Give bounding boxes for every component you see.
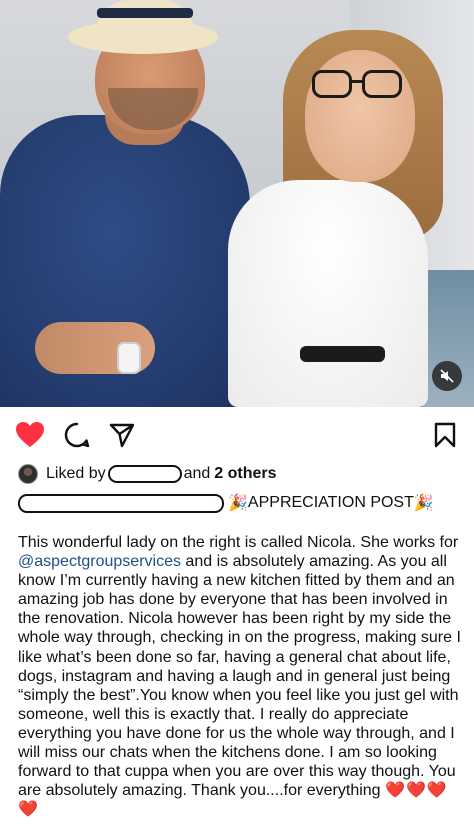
mention-link[interactable]: @aspectgroupservices <box>18 553 181 570</box>
smartwatch <box>117 342 141 374</box>
liked-by-others-link[interactable]: 2 others <box>214 465 276 483</box>
party-popper-icon-right: 🎉 <box>413 495 434 512</box>
liker-avatar <box>18 464 38 484</box>
glasses-lens-left <box>312 70 352 98</box>
comment-icon <box>64 422 90 448</box>
glasses <box>312 70 402 100</box>
caption-text-part2: and is absolutely amazing. As you all kn… <box>18 553 461 800</box>
hat-crown <box>95 0 195 40</box>
caption-text-part1: This wonderful lady on the right is call… <box>18 534 459 551</box>
glasses-lens-right <box>362 70 402 98</box>
paper-plane-icon <box>109 423 135 448</box>
hat-band <box>97 8 193 18</box>
redacted-username <box>107 465 182 483</box>
caption-title: APPRECIATION POST <box>247 494 414 511</box>
bookmark-icon <box>434 422 456 448</box>
likes-summary[interactable]: Liked by and 2 others <box>18 462 277 486</box>
liked-by-and: and <box>183 465 211 482</box>
post-action-bar <box>0 407 474 461</box>
mute-toggle-button[interactable] <box>432 361 462 391</box>
caption-body: This wonderful lady on the right is call… <box>18 533 464 819</box>
redacted-author-name[interactable] <box>18 493 224 513</box>
party-popper-icon: 🎉 <box>228 495 248 512</box>
like-button[interactable] <box>15 420 45 450</box>
post-photo[interactable] <box>0 0 474 407</box>
dress-belt <box>300 346 385 362</box>
speaker-muted-icon <box>440 369 454 383</box>
comment-button[interactable] <box>62 420 92 450</box>
share-button[interactable] <box>107 420 137 450</box>
glasses-bridge <box>352 80 362 83</box>
caption-header: 🎉 APPRECIATION POST 🎉 <box>18 491 434 515</box>
save-button[interactable] <box>430 420 460 450</box>
heart-filled-icon <box>16 422 44 447</box>
liked-by-label: Liked by <box>46 465 106 482</box>
woman-dress <box>228 180 428 407</box>
